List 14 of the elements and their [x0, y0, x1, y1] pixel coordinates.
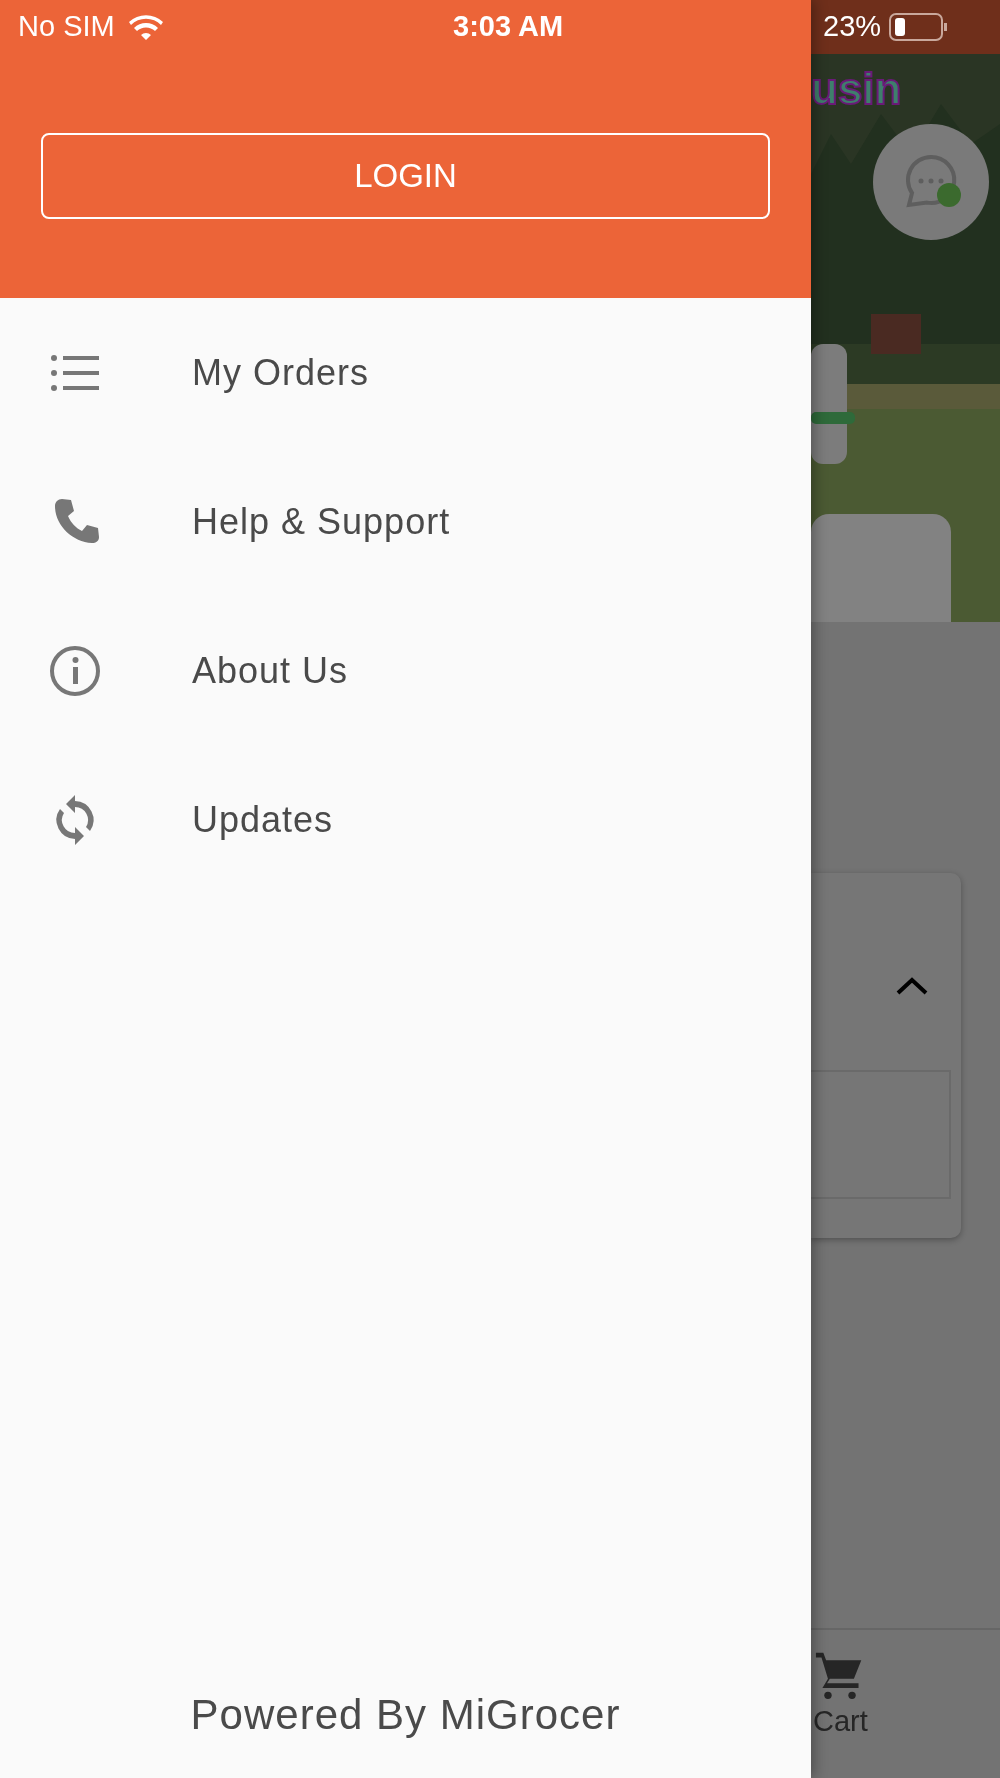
clock-text: 3:03 AM: [453, 9, 564, 45]
menu-item[interactable]: Updates: [0, 745, 811, 894]
battery-text: 23%: [823, 9, 882, 45]
menu-item[interactable]: My Orders: [0, 298, 811, 447]
menu-item[interactable]: About Us: [0, 596, 811, 745]
info-icon: [48, 643, 102, 698]
powered-by-text: Powered By MiGrocer: [189, 1690, 622, 1740]
wifi-icon: [128, 14, 163, 40]
battery-icon: [889, 12, 950, 42]
menu-item[interactable]: Help & Support: [0, 447, 811, 596]
chevron-up-icon: [895, 976, 929, 996]
input-field[interactable]: [811, 1070, 951, 1199]
logo-text: usin: [811, 63, 902, 115]
carrier-text: No SIM: [18, 9, 115, 45]
